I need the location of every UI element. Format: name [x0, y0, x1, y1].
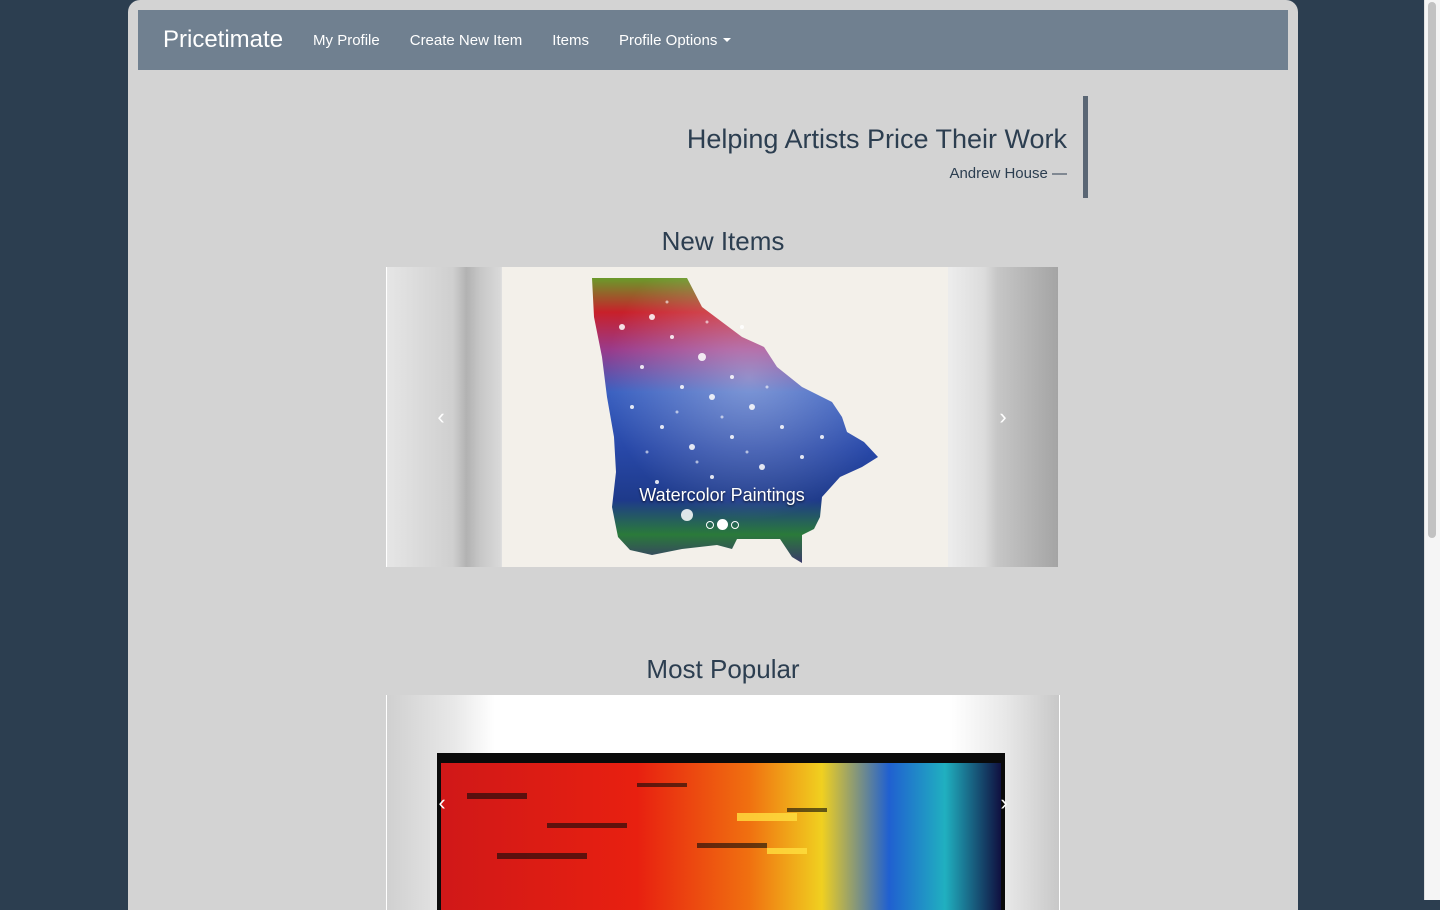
carousel-indicators	[386, 519, 1058, 530]
chevron-right-icon: ›	[999, 404, 1007, 429]
quote-text: Helping Artists Price Their Work	[686, 124, 1067, 154]
new-items-carousel: ‹ › Watercolor Paintings	[386, 267, 1058, 567]
nav-create-new-item[interactable]: Create New Item	[395, 10, 538, 70]
chevron-left-icon: ‹	[438, 789, 446, 815]
popular-prev-button[interactable]: ‹	[387, 695, 497, 910]
top-navbar: Pricetimate My Profile Create New Item I…	[138, 10, 1288, 70]
carousel-caption: Watercolor Paintings	[639, 485, 805, 505]
scrollbar-thumb[interactable]	[1428, 2, 1436, 538]
hero-quote: Helping Artists Price Their Work Andrew …	[567, 96, 1088, 198]
brand-link[interactable]: Pricetimate	[163, 26, 283, 54]
page-scrollbar[interactable]	[1424, 0, 1440, 900]
page-container: Pricetimate My Profile Create New Item I…	[128, 0, 1298, 910]
carousel-indicator-2[interactable]	[716, 519, 728, 530]
chevron-right-icon: ›	[1000, 789, 1008, 815]
quote-author: Andrew House —	[949, 165, 1067, 182]
abstract-painting-image	[437, 753, 1005, 910]
nav-profile-options-dropdown[interactable]: Profile Options	[604, 10, 746, 70]
carousel-indicator-1[interactable]	[705, 520, 714, 529]
nav-items[interactable]: Items	[537, 10, 604, 70]
popular-next-button[interactable]: ›	[949, 695, 1059, 910]
chevron-left-icon: ‹	[437, 404, 445, 429]
new-items-heading: New Items	[661, 226, 785, 256]
most-popular-carousel: ‹ ›	[386, 695, 1060, 910]
most-popular-heading: Most Popular	[646, 654, 800, 684]
nav-profile-options-label: Profile Options	[618, 31, 718, 49]
nav-my-profile[interactable]: My Profile	[298, 10, 395, 70]
carousel-indicator-3[interactable]	[730, 520, 739, 529]
caret-down-icon	[723, 38, 732, 42]
